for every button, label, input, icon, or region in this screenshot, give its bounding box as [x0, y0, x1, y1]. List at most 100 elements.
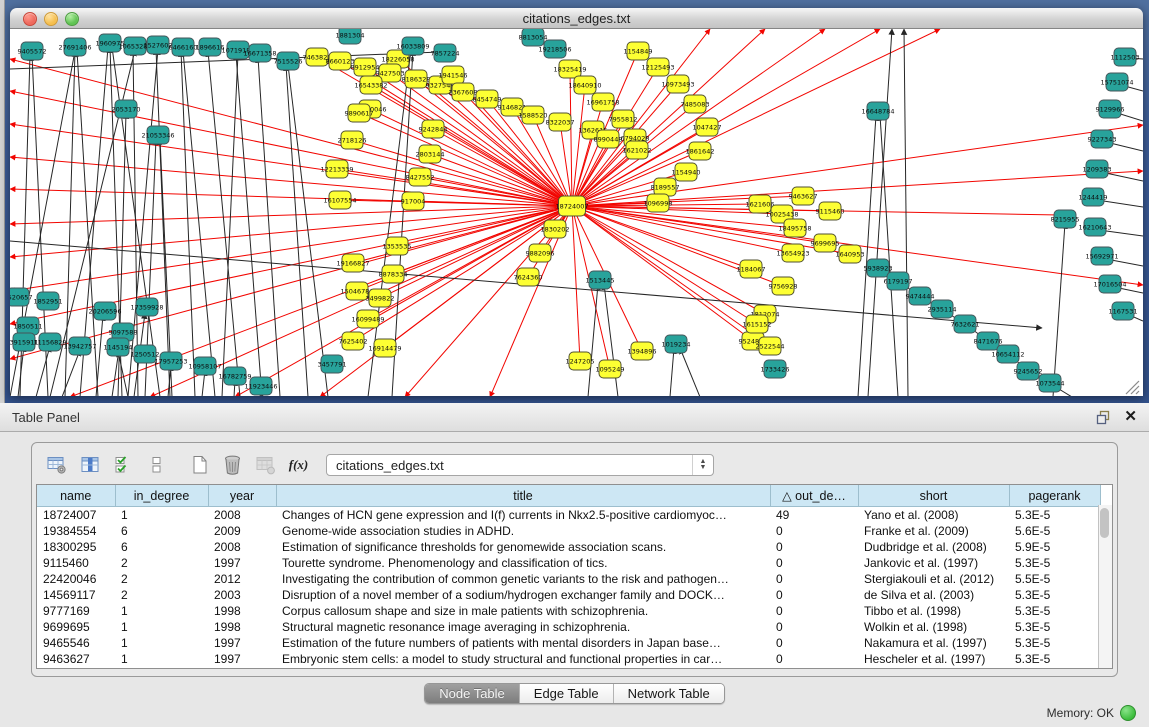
network-node[interactable]: 16107554: [323, 191, 356, 209]
network-canvas[interactable]: 7463822866012389129541822605894275038186…: [10, 29, 1143, 396]
network-node[interactable]: 8990448: [594, 130, 623, 148]
table-cell[interactable]: 0: [770, 651, 858, 667]
table-cell[interactable]: 0: [770, 523, 858, 539]
network-node[interactable]: 1588520: [519, 106, 548, 124]
column-header[interactable]: △ out_de…: [770, 485, 858, 507]
network-node[interactable]: 1209383: [1083, 160, 1112, 178]
table-cell[interactable]: Dudbridge et al. (2008): [858, 539, 1009, 555]
table-cell[interactable]: 2012: [208, 571, 276, 587]
table-cell[interactable]: Disruption of a novel member of a sodium…: [276, 587, 770, 603]
table-cell[interactable]: 2008: [208, 539, 276, 555]
network-node[interactable]: 1353535: [383, 237, 412, 255]
table-row[interactable]: 1938455462009Genome-wide association stu…: [37, 523, 1100, 539]
table-cell[interactable]: 1: [115, 651, 208, 667]
table-cell[interactable]: 1998: [208, 603, 276, 619]
network-node[interactable]: 7485083: [681, 95, 710, 113]
network-node[interactable]: 9699695: [811, 234, 840, 252]
deselect-rows-icon[interactable]: [143, 452, 170, 478]
table-cell[interactable]: 9465546: [37, 635, 115, 651]
network-node[interactable]: 1850511: [14, 317, 43, 335]
network-node[interactable]: 9115460: [816, 202, 845, 220]
table-cell[interactable]: Tourette syndrome. Phenomenology and cla…: [276, 555, 770, 571]
network-node[interactable]: 2520657: [10, 288, 32, 306]
close-panel-icon[interactable]: ✕: [1124, 410, 1137, 424]
table-scrollbar[interactable]: [1098, 505, 1112, 668]
network-hub-node[interactable]: 18724007: [555, 196, 588, 216]
table-cell[interactable]: 5.3E-5: [1009, 635, 1100, 651]
table-cell[interactable]: 1: [115, 507, 208, 524]
table-row[interactable]: 977716911998Corpus callosum shape and si…: [37, 603, 1100, 619]
network-node[interactable]: 2935114: [928, 300, 957, 318]
table-cell[interactable]: 0: [770, 619, 858, 635]
network-node[interactable]: 9242844: [419, 120, 448, 138]
table-cell[interactable]: 1997: [208, 651, 276, 667]
table-cell[interactable]: Estimation of significance thresholds fo…: [276, 539, 770, 555]
table-cell[interactable]: Investigating the contribution of common…: [276, 571, 770, 587]
table-cell[interactable]: 2: [115, 571, 208, 587]
table-cell[interactable]: Wolkin et al. (1998): [858, 619, 1009, 635]
table-row[interactable]: 2242004622012Investigating the contribut…: [37, 571, 1100, 587]
network-node[interactable]: 9890617: [345, 104, 374, 122]
scrollbar-thumb[interactable]: [1100, 508, 1109, 538]
table-cell[interactable]: 0: [770, 571, 858, 587]
network-node[interactable]: 2522544: [756, 337, 785, 355]
network-node[interactable]: 1244419: [1079, 188, 1108, 206]
network-node[interactable]: 16961758: [586, 93, 619, 111]
table-cell[interactable]: 18300295: [37, 539, 115, 555]
network-node[interactable]: 2718126: [338, 131, 367, 149]
column-header[interactable]: pagerank: [1009, 485, 1100, 507]
table-cell[interactable]: Tibbo et al. (1998): [858, 603, 1009, 619]
network-node[interactable]: 1096998: [644, 194, 673, 212]
network-node[interactable]: 9882096: [526, 244, 555, 262]
table-cell[interactable]: Changes of HCN gene expression and I(f) …: [276, 507, 770, 524]
network-node[interactable]: 2803144: [416, 145, 445, 163]
table-cell[interactable]: 1: [115, 635, 208, 651]
network-node[interactable]: 10973493: [661, 75, 694, 93]
table-cell[interactable]: 2009: [208, 523, 276, 539]
network-node[interactable]: 7955812: [609, 110, 638, 128]
network-node[interactable]: 18640910: [568, 76, 601, 94]
network-node[interactable]: 15692971: [1085, 247, 1118, 265]
network-node[interactable]: 27691406: [58, 38, 91, 56]
network-node[interactable]: 7624360: [514, 268, 543, 286]
table-cell[interactable]: 5.5E-5: [1009, 571, 1100, 587]
table-cell[interactable]: Franke et al. (2009): [858, 523, 1009, 539]
table-cell[interactable]: 6: [115, 523, 208, 539]
network-node[interactable]: 2053170: [112, 100, 141, 118]
network-node[interactable]: 1861642: [686, 142, 715, 160]
table-cell[interactable]: Genome-wide association studies in ADHD.: [276, 523, 770, 539]
table-cell[interactable]: 5.9E-5: [1009, 539, 1100, 555]
network-node[interactable]: 1621022: [623, 141, 652, 159]
column-header[interactable]: name: [37, 485, 115, 507]
zoom-window-icon[interactable]: [65, 12, 79, 26]
table-row[interactable]: 911546021997Tourette syndrome. Phenomeno…: [37, 555, 1100, 571]
column-header[interactable]: short: [858, 485, 1009, 507]
network-node[interactable]: 1513445: [586, 271, 615, 289]
close-window-icon[interactable]: [23, 12, 37, 26]
table-cell[interactable]: 0: [770, 635, 858, 651]
network-node[interactable]: 1047427: [693, 118, 722, 136]
table-cell[interactable]: 9777169: [37, 603, 115, 619]
network-node[interactable]: 1154940: [672, 163, 701, 181]
network-node[interactable]: 9129966: [1096, 100, 1125, 118]
network-node[interactable]: 13654923: [776, 244, 809, 262]
table-cell[interactable]: 0: [770, 539, 858, 555]
function-builder-icon[interactable]: f(x): [285, 452, 312, 478]
network-node[interactable]: 6466160: [169, 38, 198, 56]
network-node[interactable]: 1184067: [737, 260, 766, 278]
table-cell[interactable]: 2008: [208, 507, 276, 524]
table-cell[interactable]: 5.3E-5: [1009, 603, 1100, 619]
collapsed-panel-strip[interactable]: [0, 0, 5, 403]
network-node[interactable]: 8322037: [546, 113, 575, 131]
table-cell[interactable]: 5.6E-5: [1009, 523, 1100, 539]
network-node[interactable]: 917004: [401, 192, 426, 210]
delete-column-icon[interactable]: [219, 452, 246, 478]
table-cell[interactable]: 0: [770, 555, 858, 571]
table-cell[interactable]: Jankovic et al. (1997): [858, 555, 1009, 571]
network-node[interactable]: 1733426: [761, 360, 790, 378]
network-node[interactable]: 1073544: [1036, 374, 1065, 392]
table-cell[interactable]: 1: [115, 603, 208, 619]
select-all-rows-icon[interactable]: [110, 452, 137, 478]
network-node[interactable]: 1640953: [836, 245, 865, 263]
network-node[interactable]: 16210643: [1078, 218, 1111, 236]
